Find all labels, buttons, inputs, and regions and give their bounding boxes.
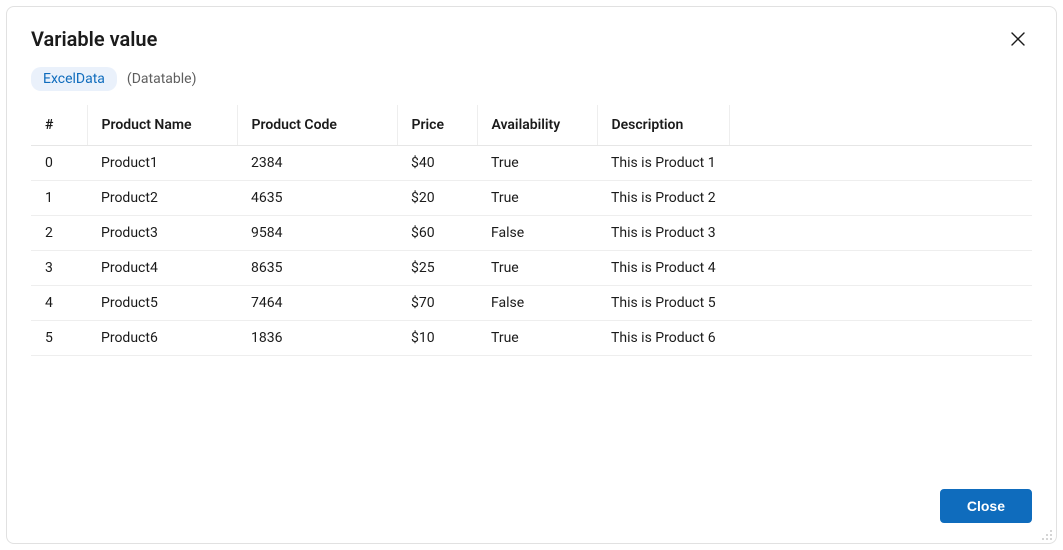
table-row[interactable]: 0Product12384$40TrueThis is Product 1 (31, 146, 1032, 181)
cell-description: This is Product 1 (597, 146, 730, 181)
cell-index: 3 (31, 251, 87, 286)
resize-grip-icon[interactable] (1039, 526, 1053, 540)
cell-availability: True (477, 251, 597, 286)
cell-availability: True (477, 321, 597, 356)
dialog-title: Variable value (31, 27, 157, 51)
cell-availability: True (477, 181, 597, 216)
col-header-code[interactable]: Product Code (237, 105, 397, 146)
col-header-name[interactable]: Product Name (87, 105, 237, 146)
variable-info-row: ExcelData (Datatable) (31, 67, 1032, 91)
table-header-row: # Product Name Product Code Price Availa… (31, 105, 1032, 146)
cell-availability: False (477, 216, 597, 251)
cell-code: 9584 (237, 216, 397, 251)
table-row[interactable]: 3Product48635$25TrueThis is Product 4 (31, 251, 1032, 286)
table-row[interactable]: 4Product57464$70FalseThis is Product 5 (31, 286, 1032, 321)
cell-spacer (730, 216, 1032, 251)
cell-index: 4 (31, 286, 87, 321)
cell-name: Product1 (87, 146, 237, 181)
table-row[interactable]: 5Product61836$10TrueThis is Product 6 (31, 321, 1032, 356)
cell-code: 4635 (237, 181, 397, 216)
col-header-index[interactable]: # (31, 105, 87, 146)
cell-spacer (730, 181, 1032, 216)
cell-index: 2 (31, 216, 87, 251)
col-header-availability[interactable]: Availability (477, 105, 597, 146)
cell-description: This is Product 4 (597, 251, 730, 286)
cell-description: This is Product 3 (597, 216, 730, 251)
cell-price: $10 (397, 321, 477, 356)
table-row[interactable]: 1Product24635$20TrueThis is Product 2 (31, 181, 1032, 216)
data-table: # Product Name Product Code Price Availa… (31, 105, 1032, 356)
col-header-description[interactable]: Description (597, 105, 730, 146)
cell-name: Product2 (87, 181, 237, 216)
cell-price: $70 (397, 286, 477, 321)
col-header-price[interactable]: Price (397, 105, 477, 146)
col-header-spacer (730, 105, 1032, 146)
cell-code: 7464 (237, 286, 397, 321)
cell-index: 0 (31, 146, 87, 181)
cell-name: Product4 (87, 251, 237, 286)
cell-description: This is Product 5 (597, 286, 730, 321)
cell-code: 1836 (237, 321, 397, 356)
cell-code: 2384 (237, 146, 397, 181)
cell-availability: False (477, 286, 597, 321)
cell-description: This is Product 2 (597, 181, 730, 216)
cell-code: 8635 (237, 251, 397, 286)
cell-price: $20 (397, 181, 477, 216)
cell-price: $40 (397, 146, 477, 181)
variable-type-label: (Datatable) (127, 71, 197, 87)
variable-name-chip[interactable]: ExcelData (31, 67, 117, 91)
cell-name: Product5 (87, 286, 237, 321)
cell-price: $60 (397, 216, 477, 251)
cell-spacer (730, 286, 1032, 321)
table-row[interactable]: 2Product39584$60FalseThis is Product 3 (31, 216, 1032, 251)
close-button[interactable]: Close (940, 489, 1032, 523)
variable-value-dialog: Variable value ExcelData (Datatable) # P… (6, 6, 1057, 544)
close-icon[interactable] (1004, 25, 1032, 53)
cell-name: Product6 (87, 321, 237, 356)
cell-spacer (730, 321, 1032, 356)
data-table-wrap: # Product Name Product Code Price Availa… (31, 105, 1032, 477)
cell-price: $25 (397, 251, 477, 286)
cell-index: 5 (31, 321, 87, 356)
cell-name: Product3 (87, 216, 237, 251)
cell-description: This is Product 6 (597, 321, 730, 356)
cell-spacer (730, 146, 1032, 181)
dialog-footer: Close (31, 477, 1032, 523)
cell-index: 1 (31, 181, 87, 216)
cell-spacer (730, 251, 1032, 286)
dialog-header: Variable value (31, 25, 1032, 53)
cell-availability: True (477, 146, 597, 181)
